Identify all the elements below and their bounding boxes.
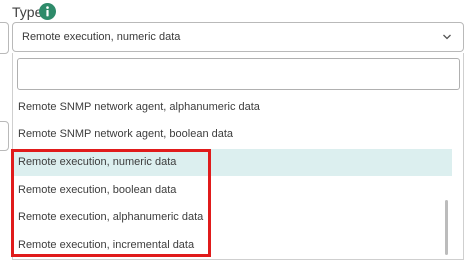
search-input[interactable] xyxy=(17,58,460,90)
field-label: Type xyxy=(12,4,43,20)
list-item[interactable]: Remote SNMP network agent, alphanumeric … xyxy=(13,94,452,121)
list-item[interactable]: Remote SNMP network agent, boolean data xyxy=(13,121,452,148)
annotation-highlight-box xyxy=(11,149,211,257)
scrollbar-thumb[interactable] xyxy=(445,200,448,255)
adjacent-field-fragment xyxy=(0,22,9,54)
type-select[interactable]: Remote execution, numeric data xyxy=(12,22,464,52)
info-icon[interactable] xyxy=(39,3,56,20)
scrollbar[interactable] xyxy=(443,40,449,205)
selected-value: Remote execution, numeric data xyxy=(22,31,181,43)
adjacent-field-fragment xyxy=(0,121,9,151)
